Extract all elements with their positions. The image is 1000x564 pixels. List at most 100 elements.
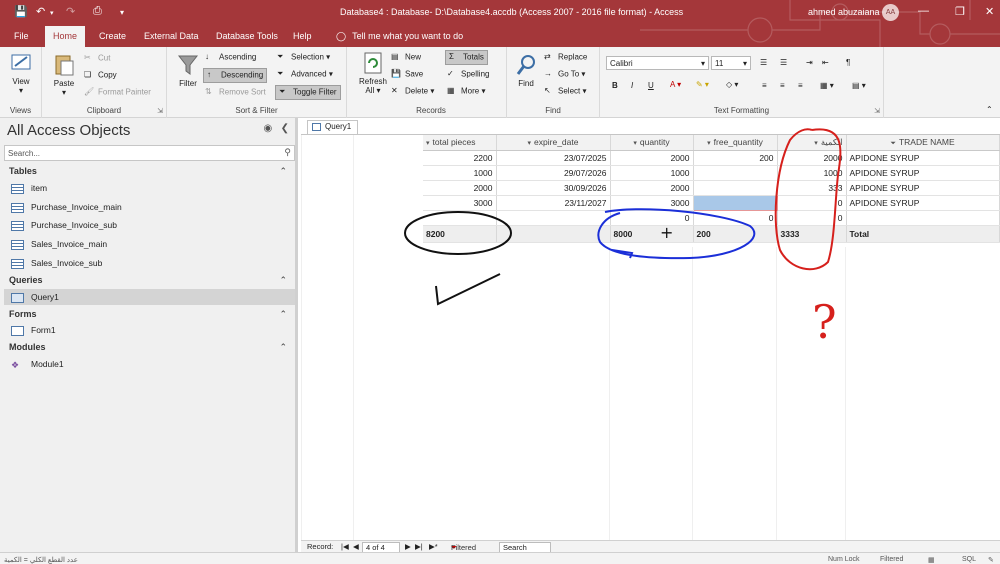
print-icon[interactable]: ⎙: [93, 5, 102, 18]
tab-create[interactable]: Create: [99, 31, 126, 41]
cell[interactable]: APIDONE SYRUP: [846, 195, 1000, 211]
nav-item-form[interactable]: Form1: [11, 325, 56, 341]
section-modules[interactable]: Modules: [9, 342, 46, 352]
copy-button[interactable]: ❏ Copy: [84, 70, 117, 81]
total-cell[interactable]: 8200: [423, 224, 497, 243]
total-cell[interactable]: 3333: [777, 224, 847, 243]
table-row[interactable]: 3000 23/11/2027 3000 0 APIDONE SYRUP: [423, 194, 1000, 211]
last-record-icon[interactable]: ▶|: [415, 542, 423, 551]
cell[interactable]: 1000: [610, 165, 694, 181]
align-left-icon[interactable]: ≡: [762, 81, 767, 90]
dropdown-arrow-icon[interactable]: ▾: [633, 140, 637, 147]
nav-item-table[interactable]: Purchase_Invoice_sub: [11, 220, 117, 236]
shutter-bar-icon[interactable]: ❮: [281, 123, 289, 134]
more-button[interactable]: ▦ More ▾: [447, 86, 485, 97]
refresh-all-button[interactable]: Refresh All ▾: [358, 51, 388, 95]
total-cell[interactable]: [496, 224, 611, 243]
italic-button[interactable]: I: [631, 81, 633, 90]
tab-database-tools[interactable]: Database Tools: [216, 31, 278, 41]
gridlines-icon[interactable]: ▦ ▾: [820, 81, 834, 90]
spelling-button[interactable]: ✓ Spelling: [447, 69, 489, 80]
numbering-icon[interactable]: ☰: [780, 58, 787, 67]
column-header-expire-date[interactable]: ▾ expire_date: [496, 135, 611, 151]
cell[interactable]: 23/11/2027: [496, 195, 611, 211]
align-center-icon[interactable]: ≡: [780, 81, 785, 90]
cell[interactable]: 2000: [610, 180, 694, 196]
nav-item-query[interactable]: Query1: [4, 289, 295, 305]
nav-menu-icon[interactable]: ◉: [264, 123, 273, 134]
cell[interactable]: 30/09/2026: [496, 180, 611, 196]
cell[interactable]: [693, 180, 778, 196]
total-cell[interactable]: 200: [693, 224, 778, 243]
sql-view-button[interactable]: SQL: [962, 556, 976, 563]
tab-query1[interactable]: Query1: [307, 120, 359, 134]
nav-item-table[interactable]: Purchase_Invoice_main: [11, 202, 122, 218]
paragraph-icon[interactable]: ¶: [846, 58, 850, 67]
toggle-filter-button[interactable]: ⏷ Toggle Filter: [275, 85, 341, 100]
cell[interactable]: 0: [777, 210, 847, 226]
fill-color-icon[interactable]: ◇ ▾: [726, 80, 738, 89]
column-header-arabic-quantity[interactable]: ▾ الكمية: [777, 135, 847, 151]
underline-button[interactable]: U: [648, 81, 654, 90]
dropdown-arrow-icon[interactable]: ▾: [814, 140, 818, 147]
column-header-quantity[interactable]: ▾ quantity: [610, 135, 694, 151]
nav-item-table[interactable]: Sales_Invoice_sub: [11, 258, 102, 274]
filter-button[interactable]: Filter: [173, 53, 203, 88]
first-record-icon[interactable]: |◀: [341, 542, 349, 551]
new-record-nav-icon[interactable]: ▶*: [429, 542, 438, 551]
outdent-icon[interactable]: ⇤: [822, 58, 829, 67]
previous-record-icon[interactable]: ◀: [353, 542, 359, 551]
text-formatting-launcher-icon[interactable]: ⇲: [874, 107, 880, 115]
column-header-free-quantity[interactable]: ▾ free_quantity: [693, 135, 778, 151]
advanced-button[interactable]: ⏷ Advanced ▾: [277, 69, 333, 80]
search-icon[interactable]: ⚲: [284, 147, 291, 158]
tab-home[interactable]: Home: [45, 26, 86, 47]
font-color-icon[interactable]: A ▾: [670, 80, 681, 89]
cell[interactable]: [846, 210, 1000, 226]
selected-cell[interactable]: [692, 194, 778, 211]
save-icon[interactable]: 💾: [14, 5, 28, 18]
format-painter-button[interactable]: 🖌 Format Painter: [84, 87, 151, 98]
dropdown-arrow-icon[interactable]: ▾: [528, 140, 532, 147]
indent-icon[interactable]: ⇥: [806, 58, 813, 67]
cell[interactable]: 333: [777, 180, 847, 196]
clipboard-launcher-icon[interactable]: ⇲: [157, 107, 163, 115]
view-button[interactable]: View ▾: [6, 51, 36, 95]
cut-button[interactable]: ✂ Cut: [84, 53, 110, 64]
undo-dropdown-icon[interactable]: ▾: [50, 9, 54, 17]
align-right-icon[interactable]: ≡: [798, 81, 803, 90]
filter-applied-icon[interactable]: ⏷: [890, 140, 896, 147]
cell[interactable]: 1000: [423, 165, 497, 181]
cell[interactable]: 29/07/2026: [496, 165, 611, 181]
cell[interactable]: 2000: [610, 150, 694, 166]
nav-title[interactable]: All Access Objects: [7, 122, 130, 139]
nav-item-module[interactable]: ❖ Module1: [11, 359, 64, 375]
font-name-select[interactable]: Calibri ▾: [606, 56, 709, 70]
cell[interactable]: 0: [693, 210, 778, 226]
cell[interactable]: 2000: [777, 150, 847, 166]
next-record-icon[interactable]: ▶: [405, 542, 411, 551]
section-forms[interactable]: Forms: [9, 309, 37, 319]
bullets-icon[interactable]: ☰: [760, 58, 767, 67]
cell[interactable]: APIDONE SYRUP: [846, 150, 1000, 166]
table-row[interactable]: 2000 30/09/2026 2000 333 APIDONE SYRUP: [423, 180, 1000, 196]
undo-icon[interactable]: ↶: [36, 5, 45, 18]
chevron-up-icon[interactable]: ⌃: [279, 342, 287, 353]
remove-sort-button[interactable]: ⇅ Remove Sort: [205, 87, 266, 98]
font-size-select[interactable]: 11 ▾: [711, 56, 751, 70]
delete-record-button[interactable]: ✕ Delete ▾: [391, 86, 434, 97]
column-header-total-pieces[interactable]: ▾ total pieces: [423, 135, 497, 151]
new-record-row[interactable]: 0 0 0: [423, 210, 1000, 226]
chevron-up-icon[interactable]: ⌃: [279, 309, 287, 320]
tab-file[interactable]: File: [14, 31, 29, 41]
cell[interactable]: 1000: [777, 165, 847, 181]
select-button[interactable]: ↖ Select ▾: [544, 86, 586, 97]
customize-toolbar-icon[interactable]: ▾: [120, 8, 124, 17]
column-header-trade-name[interactable]: ⏷ TRADE NAME: [846, 135, 1000, 151]
cell[interactable]: 2200: [423, 150, 497, 166]
ascending-button[interactable]: ↓ Ascending: [205, 52, 256, 63]
dropdown-arrow-icon[interactable]: ▾: [707, 140, 711, 147]
bold-button[interactable]: B: [612, 81, 618, 90]
total-cell[interactable]: 8000: [610, 224, 694, 243]
datasheet-view-icon[interactable]: ▦: [928, 556, 935, 564]
